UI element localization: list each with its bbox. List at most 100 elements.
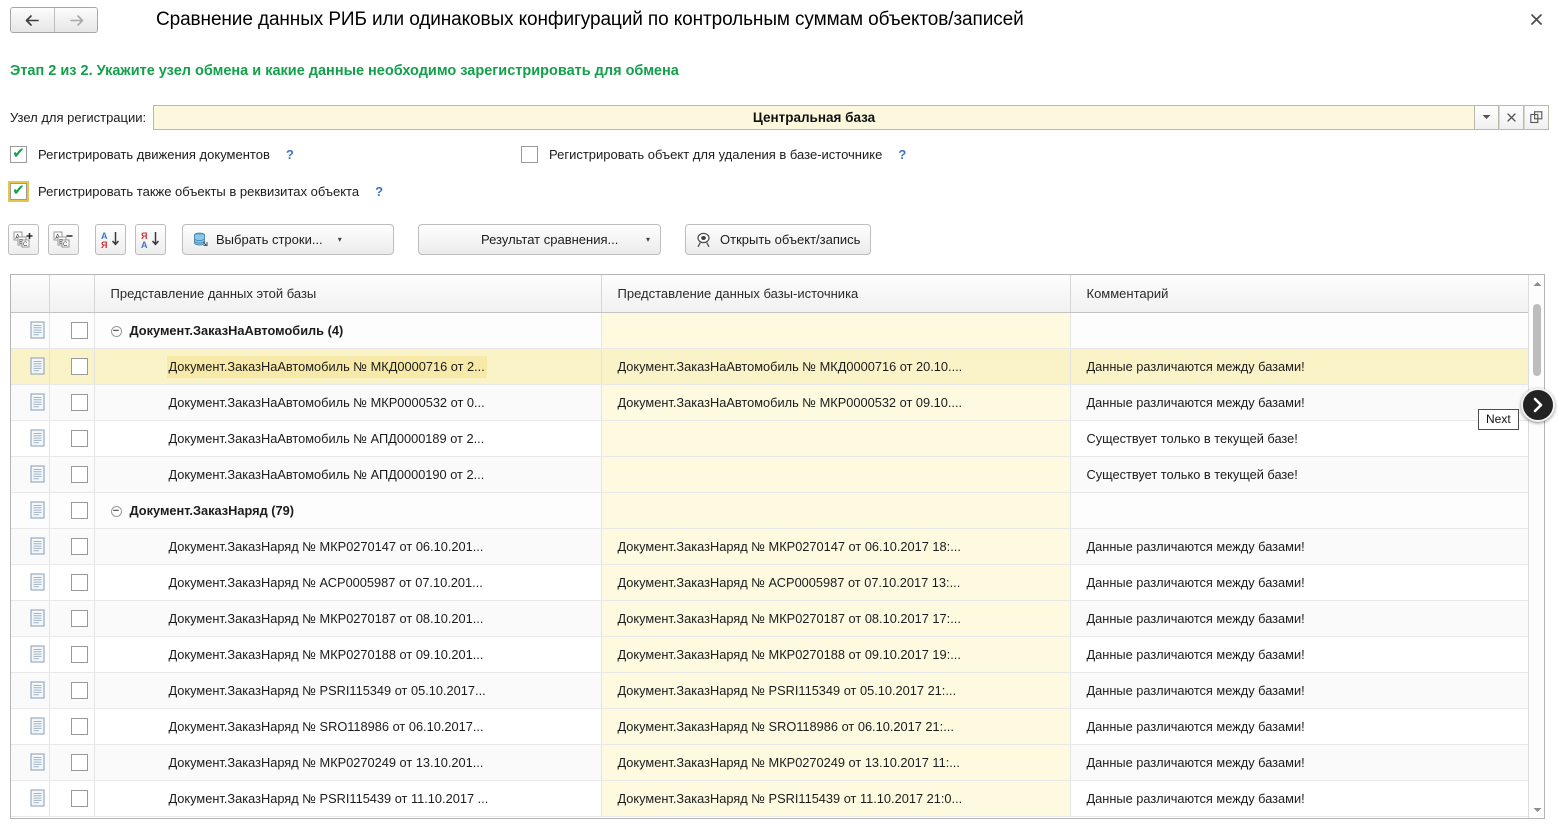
table-row[interactable]: Документ.ЗаказНаряд № SRO118986 от 06.10… xyxy=(11,708,1529,744)
row-document-icon-cell[interactable] xyxy=(11,780,49,816)
table-row[interactable]: Документ.ЗаказНаряд № МКР0270188 от 09.1… xyxy=(11,636,1529,672)
checkbox-register-objects-in-attributes[interactable]: ✔ xyxy=(10,183,27,200)
cell-this-base[interactable]: Документ.ЗаказНаряд № МКР0270249 от 13.1… xyxy=(94,744,601,780)
column-header-icon[interactable] xyxy=(11,275,49,312)
cell-comment[interactable]: Данные различаются между базами! xyxy=(1070,780,1529,816)
remove-column-button[interactable]: А В С xyxy=(48,224,79,255)
row-checkbox[interactable] xyxy=(71,682,88,699)
cell-comment[interactable]: Данные различаются между базами! xyxy=(1070,672,1529,708)
row-checkbox[interactable] xyxy=(71,466,88,483)
column-header-check[interactable] xyxy=(49,275,94,312)
table-row[interactable]: Документ.ЗаказНаряд № МКР0270249 от 13.1… xyxy=(11,744,1529,780)
help-icon-register-document-movements[interactable]: ? xyxy=(286,147,294,162)
cell-this-base[interactable]: Документ.ЗаказНаряд № SRO118986 от 06.10… xyxy=(94,708,601,744)
cell-this-base[interactable]: Документ.ЗаказНаАвтомобиль № АПД0000189 … xyxy=(94,420,601,456)
row-document-icon-cell[interactable] xyxy=(11,672,49,708)
row-checkbox-cell[interactable] xyxy=(49,384,94,420)
row-document-icon-cell[interactable] xyxy=(11,528,49,564)
row-checkbox-cell[interactable] xyxy=(49,528,94,564)
row-document-icon-cell[interactable] xyxy=(11,708,49,744)
cell-source-base[interactable]: Документ.ЗаказНаАвтомобиль № МКД0000716 … xyxy=(601,348,1070,384)
select-rows-button[interactable]: Выбрать строки... ▾ xyxy=(182,224,394,255)
cell-comment[interactable]: Данные различаются между базами! xyxy=(1070,348,1529,384)
cell-this-base[interactable]: Документ.ЗаказНаряд № МКР0270147 от 06.1… xyxy=(94,528,601,564)
row-document-icon-cell[interactable] xyxy=(11,456,49,492)
table-row[interactable]: Документ.ЗаказНаряд № МКР0270187 от 08.1… xyxy=(11,600,1529,636)
row-document-icon-cell[interactable] xyxy=(11,492,49,528)
row-checkbox[interactable] xyxy=(71,322,88,339)
cell-comment[interactable]: Данные различаются между базами! xyxy=(1070,384,1529,420)
row-document-icon-cell[interactable] xyxy=(11,636,49,672)
column-header-comment[interactable]: Комментарий xyxy=(1070,275,1529,312)
chevron-down-icon[interactable]: ▾ xyxy=(337,235,342,244)
row-document-icon-cell[interactable] xyxy=(11,420,49,456)
cell-source-base[interactable]: Документ.ЗаказНаряд № МКР0270249 от 13.1… xyxy=(601,744,1070,780)
row-checkbox[interactable] xyxy=(71,646,88,663)
row-document-icon-cell[interactable] xyxy=(11,348,49,384)
table-row[interactable]: Документ.ЗаказНаАвтомобиль № МКР0000532 … xyxy=(11,384,1529,420)
cell-source-base[interactable]: Документ.ЗаказНаАвтомобиль № МКР0000532 … xyxy=(601,384,1070,420)
row-document-icon-cell[interactable] xyxy=(11,384,49,420)
table-row[interactable]: Документ.ЗаказНаряд № АСР0005987 от 07.1… xyxy=(11,564,1529,600)
row-checkbox-cell[interactable] xyxy=(49,492,94,528)
row-checkbox-cell[interactable] xyxy=(49,672,94,708)
row-checkbox-cell[interactable] xyxy=(49,708,94,744)
cell-this-base[interactable]: Документ.ЗаказНаряд № МКР0270188 от 09.1… xyxy=(94,636,601,672)
chevron-down-icon[interactable]: ▾ xyxy=(645,235,650,244)
cell-comment[interactable] xyxy=(1070,312,1529,348)
row-checkbox[interactable] xyxy=(71,718,88,735)
sort-ascending-button[interactable]: А Я xyxy=(95,224,126,255)
checkbox-register-document-movements[interactable]: ✔ xyxy=(10,146,27,163)
cell-comment[interactable]: Существует только в текущей базе! xyxy=(1070,456,1529,492)
compare-result-button[interactable]: Результат сравнения... ▾ xyxy=(418,224,661,255)
row-checkbox-cell[interactable] xyxy=(49,600,94,636)
cell-this-base[interactable]: Документ.ЗаказНаАвтомобиль № МКР0000532 … xyxy=(94,384,601,420)
row-checkbox-cell[interactable] xyxy=(49,744,94,780)
cell-this-base[interactable]: −Документ.ЗаказНаряд (79) xyxy=(94,492,601,528)
cell-comment[interactable]: Данные различаются между базами! xyxy=(1070,528,1529,564)
row-checkbox-cell[interactable] xyxy=(49,348,94,384)
cell-comment[interactable]: Данные различаются между базами! xyxy=(1070,564,1529,600)
node-dropdown-button[interactable] xyxy=(1474,105,1499,130)
cell-source-base[interactable]: Документ.ЗаказНаряд № МКР0270188 от 09.1… xyxy=(601,636,1070,672)
cell-source-base[interactable] xyxy=(601,312,1070,348)
help-icon-register-objects-in-attributes[interactable]: ? xyxy=(375,184,383,199)
cell-this-base[interactable]: Документ.ЗаказНаряд № PSRI115349 от 05.1… xyxy=(94,672,601,708)
back-button[interactable] xyxy=(11,8,54,32)
cell-source-base[interactable] xyxy=(601,420,1070,456)
next-button[interactable] xyxy=(1521,388,1555,422)
row-checkbox[interactable] xyxy=(71,574,88,591)
table-row[interactable]: Документ.ЗаказНаАвтомобиль № АПД0000190 … xyxy=(11,456,1529,492)
cell-this-base[interactable]: Документ.ЗаказНаряд № МКР0270187 от 08.1… xyxy=(94,600,601,636)
node-open-button[interactable] xyxy=(1524,105,1549,130)
cell-source-base[interactable] xyxy=(601,456,1070,492)
row-document-icon-cell[interactable] xyxy=(11,600,49,636)
cell-comment[interactable]: Данные различаются между базами! xyxy=(1070,744,1529,780)
node-clear-button[interactable] xyxy=(1499,105,1524,130)
row-checkbox[interactable] xyxy=(71,358,88,375)
scroll-up-button[interactable] xyxy=(1529,275,1545,292)
column-header-this-base[interactable]: Представление данных этой базы xyxy=(94,275,601,312)
row-checkbox[interactable] xyxy=(71,610,88,627)
cell-source-base[interactable]: Документ.ЗаказНаряд № PSRI115349 от 05.1… xyxy=(601,672,1070,708)
table-row[interactable]: Документ.ЗаказНаАвтомобиль № МКД0000716 … xyxy=(11,348,1529,384)
cell-comment[interactable]: Данные различаются между базами! xyxy=(1070,636,1529,672)
row-checkbox-cell[interactable] xyxy=(49,636,94,672)
table-group-row[interactable]: −Документ.ЗаказНаАвтомобиль (4) xyxy=(11,312,1529,348)
row-checkbox[interactable] xyxy=(71,790,88,807)
row-checkbox[interactable] xyxy=(71,430,88,447)
row-checkbox[interactable] xyxy=(71,394,88,411)
help-icon-register-object-for-deletion[interactable]: ? xyxy=(898,147,906,162)
table-row[interactable]: Документ.ЗаказНаряд № PSRI115439 от 11.1… xyxy=(11,780,1529,816)
row-checkbox-cell[interactable] xyxy=(49,420,94,456)
cell-comment[interactable]: Существует только в текущей базе! xyxy=(1070,420,1529,456)
row-checkbox[interactable] xyxy=(71,502,88,519)
checkbox-register-object-for-deletion[interactable] xyxy=(521,146,538,163)
table-group-row[interactable]: −Документ.ЗаказНаряд (79) xyxy=(11,492,1529,528)
cell-source-base[interactable]: Документ.ЗаказНаряд № SRO118986 от 06.10… xyxy=(601,708,1070,744)
cell-comment[interactable]: Данные различаются между базами! xyxy=(1070,708,1529,744)
group-collapse-icon[interactable]: − xyxy=(111,326,122,337)
cell-comment[interactable] xyxy=(1070,492,1529,528)
row-document-icon-cell[interactable] xyxy=(11,312,49,348)
cell-source-base[interactable]: Документ.ЗаказНаряд № МКР0270147 от 06.1… xyxy=(601,528,1070,564)
